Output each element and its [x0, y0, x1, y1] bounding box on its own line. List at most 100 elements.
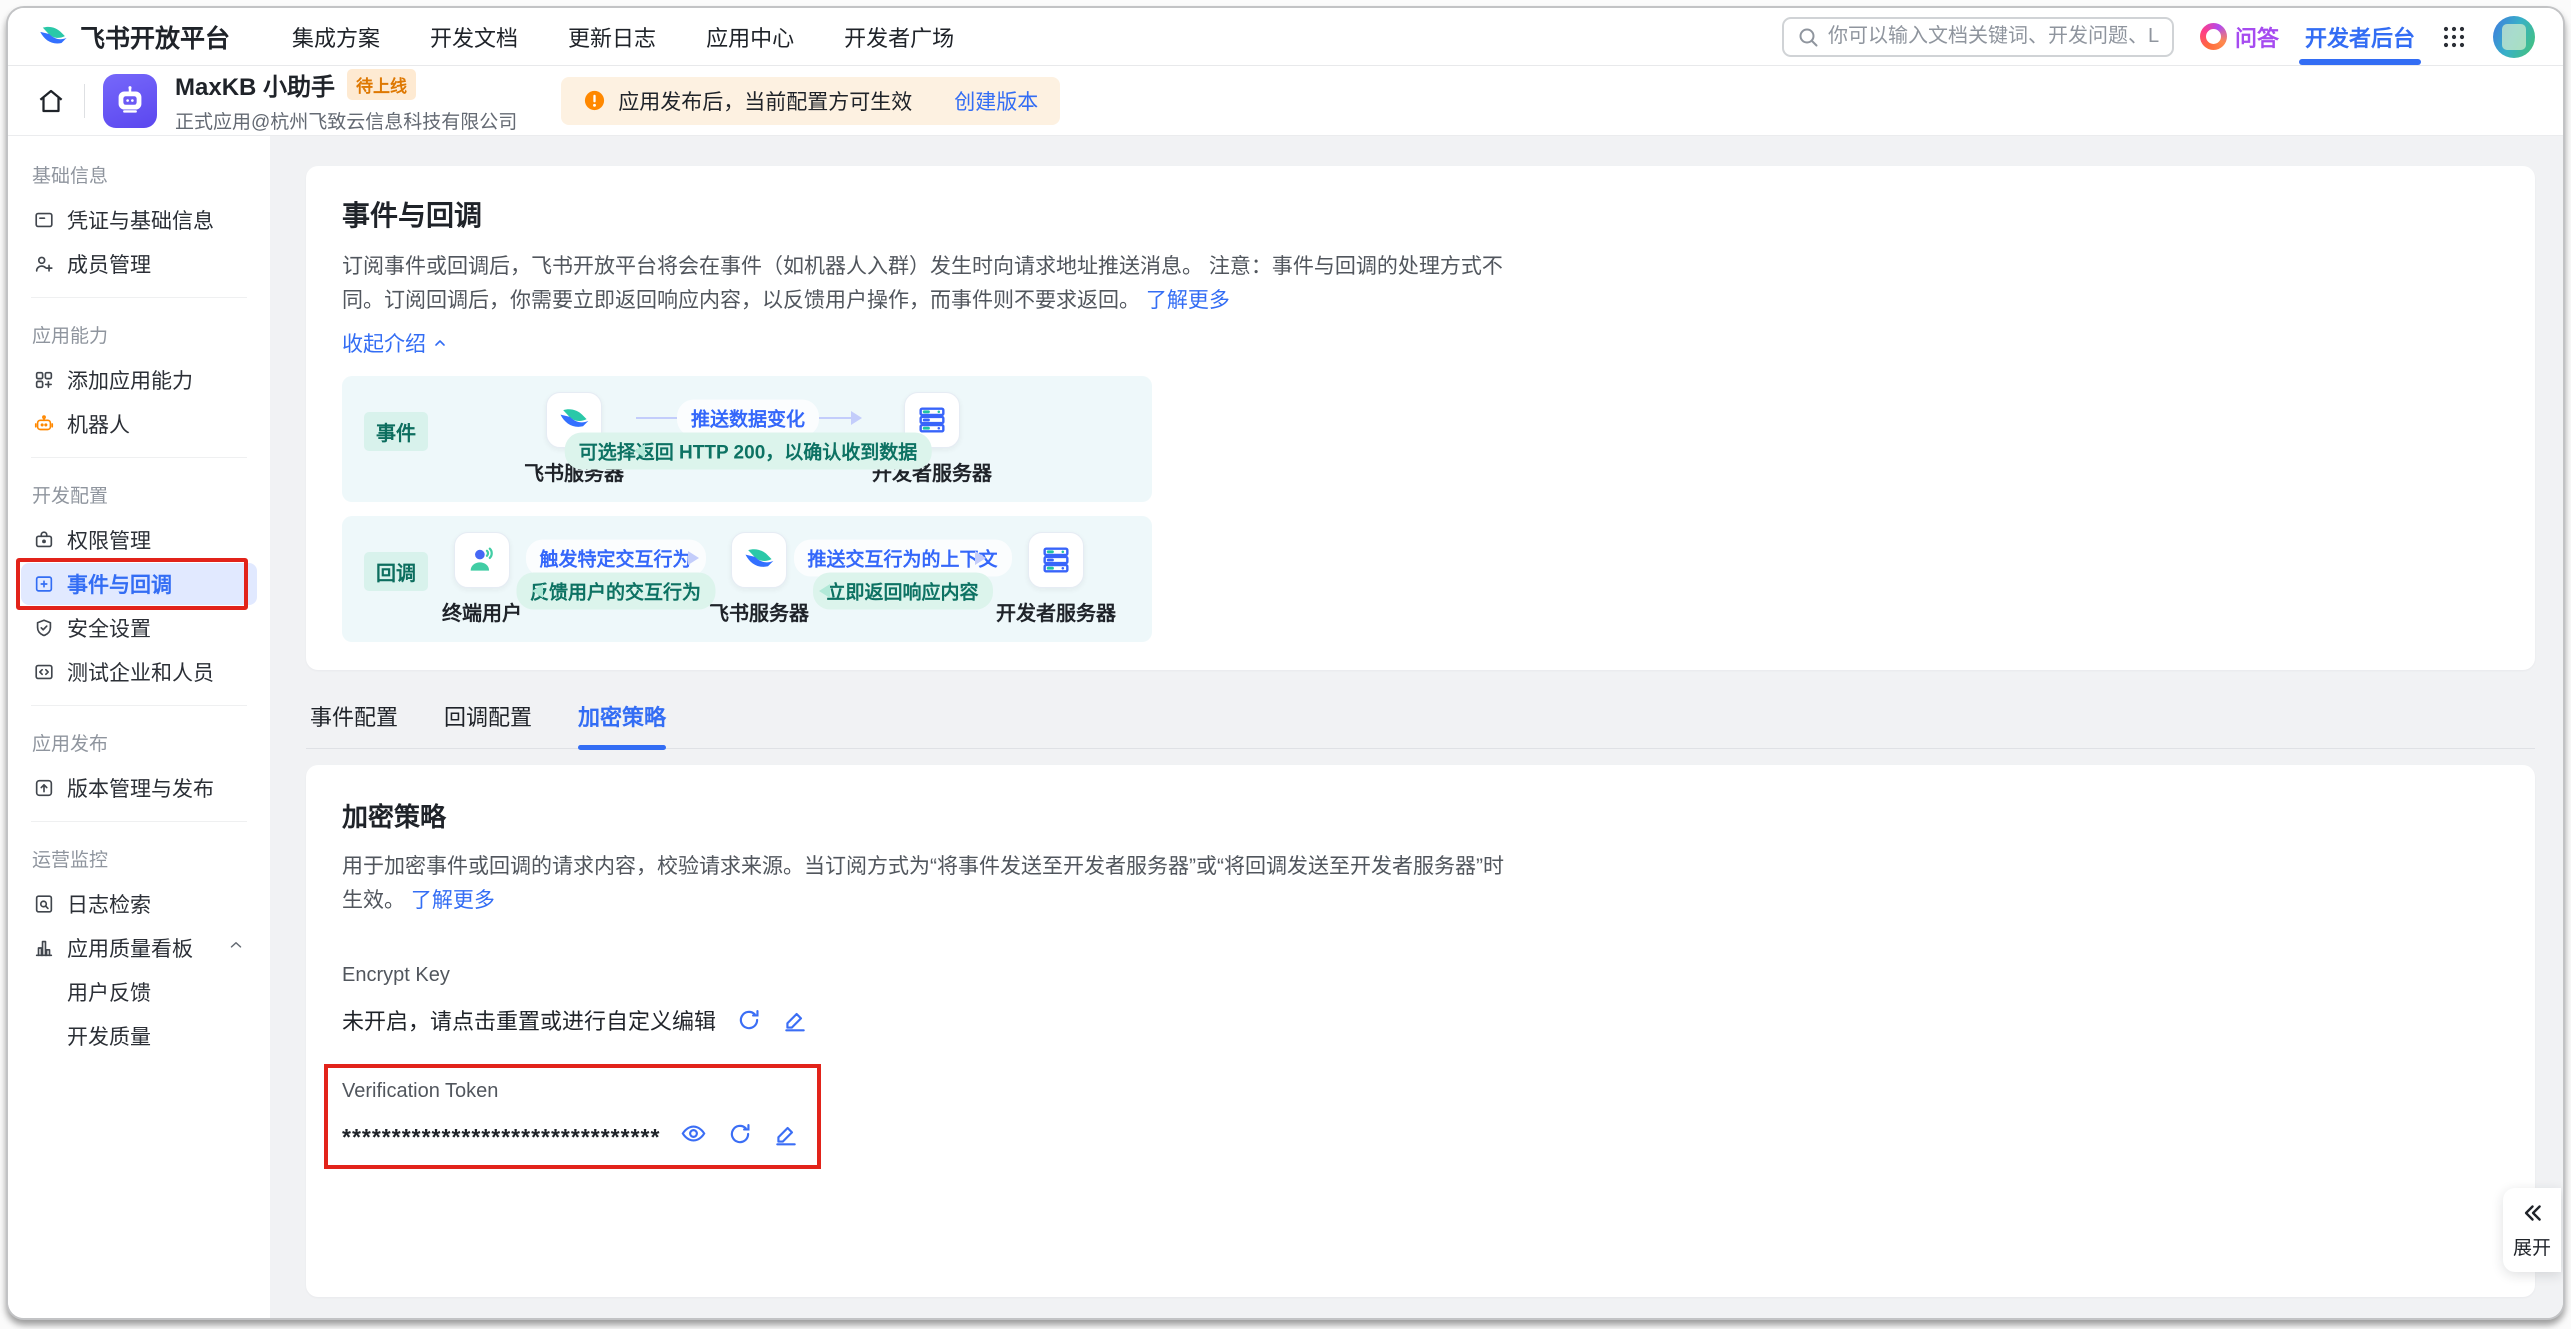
nav-item-app-center[interactable]: 应用中心 [706, 21, 794, 53]
app-header: MaxKB 小助手 待上线 正式应用@杭州飞致云信息科技有限公司 应用发布后，当… [8, 66, 2563, 136]
sidebar-item-members[interactable]: 成员管理 [21, 243, 257, 285]
nav-item-changelog[interactable]: 更新日志 [568, 21, 656, 53]
sidebar: 基础信息 凭证与基础信息 成员管理 应用能力 添加应用能力 机器人 开发配置 [8, 136, 270, 1320]
tab-encrypt-strategy[interactable]: 加密策略 [578, 700, 666, 732]
page-title: 事件与回调 [342, 194, 2499, 234]
chevron-up-icon[interactable] [227, 936, 245, 960]
app-meta: MaxKB 小助手 待上线 正式应用@杭州飞致云信息科技有限公司 [175, 67, 517, 134]
edit-icon[interactable] [782, 1007, 808, 1033]
publish-notice: 应用发布后，当前配置方可生效 创建版本 [561, 77, 1060, 125]
nav-item-docs[interactable]: 开发文档 [430, 21, 518, 53]
divider [84, 84, 85, 118]
search-box[interactable] [1782, 17, 2174, 57]
config-tabs: 事件配置 回调配置 加密策略 [306, 696, 2535, 749]
browser-window: 飞书开放平台 集成方案 开发文档 更新日志 应用中心 开发者广场 问答 [6, 6, 2565, 1320]
end-user-node: 终端用户 [442, 532, 522, 626]
add-capability-icon [33, 369, 55, 391]
sidebar-item-robot[interactable]: 机器人 [21, 403, 257, 445]
qa-ring-icon [2200, 23, 2227, 50]
forward-arrow: 触发特定交互行为 [534, 557, 697, 559]
server-icon [1028, 532, 1084, 588]
sidebar-section-dev-config: 开发配置 [21, 470, 257, 517]
sidebar-section-release: 应用发布 [21, 718, 257, 765]
edit-icon[interactable] [773, 1121, 799, 1147]
sidebar-item-test-org[interactable]: 测试企业和人员 [21, 651, 257, 693]
sidebar-item-log-search[interactable]: 日志检索 [21, 883, 257, 925]
search-icon [1796, 25, 1820, 49]
top-navigation: 飞书开放平台 集成方案 开发文档 更新日志 应用中心 开发者广场 问答 [8, 8, 2563, 66]
developer-console-tab[interactable]: 开发者后台 [2305, 8, 2415, 65]
learn-more-link[interactable]: 了解更多 [411, 889, 495, 912]
encrypt-strategy-card: 加密策略 用于加密事件或回调的请求内容，校验请求来源。当订阅方式为“将事件发送至… [306, 765, 2535, 1297]
events-flow-diagram: 事件 飞书服务器 推送数据变化 可选择返回 HTTP 200，以确认收到数据 [342, 376, 1152, 642]
collapse-intro-link[interactable]: 收起介绍 [342, 328, 448, 358]
reset-icon[interactable] [736, 1007, 762, 1033]
events-intro-card: 事件与回调 订阅事件或回调后，飞书开放平台将会在事件（如机器人入群）发生时向请求… [306, 166, 2535, 670]
nav-item-solutions[interactable]: 集成方案 [292, 21, 380, 53]
callback-arrows-right: 推送交互行为的上下文 立即返回响应内容 [821, 557, 984, 592]
status-badge: 待上线 [347, 69, 416, 100]
intro-description: 订阅事件或回调后，飞书开放平台将会在事件（如机器人入群）发生时向请求地址推送消息… [342, 250, 1507, 318]
qa-label: 问答 [2235, 21, 2279, 53]
sidebar-section-monitoring: 运营监控 [21, 834, 257, 881]
verification-token-annotated-box: Verification Token *********************… [324, 1064, 821, 1169]
robot-icon [33, 413, 55, 435]
encrypt-key-block: Encrypt Key 未开启，请点击重置或进行自定义编辑 [342, 964, 2499, 1036]
event-badge: 事件 [364, 412, 428, 451]
tab-event-config[interactable]: 事件配置 [310, 700, 398, 732]
verification-token-label: Verification Token [342, 1080, 799, 1103]
expand-panel-button[interactable]: 展开 [2503, 1188, 2561, 1272]
divider [31, 821, 247, 822]
backward-arrow: 反馈用户的交互行为 [534, 590, 697, 592]
sidebar-subitem-dev-quality[interactable]: 开发质量 [21, 1015, 257, 1057]
sidebar-item-security[interactable]: 安全设置 [21, 607, 257, 649]
app-name: MaxKB 小助手 [175, 67, 335, 102]
feishu-logo-icon [36, 20, 70, 54]
apps-grid-icon[interactable] [2441, 24, 2467, 50]
sidebar-item-permissions[interactable]: 权限管理 [21, 519, 257, 561]
create-version-link[interactable]: 创建版本 [954, 86, 1038, 116]
feishu-server-node: 飞书服务器 [709, 532, 809, 626]
show-token-eye-icon[interactable] [680, 1120, 707, 1147]
sidebar-item-add-capability[interactable]: 添加应用能力 [21, 359, 257, 401]
developer-server-node: 开发者服务器 [996, 532, 1116, 626]
encrypt-key-value: 未开启，请点击重置或进行自定义编辑 [342, 1004, 716, 1036]
sidebar-section-capability: 应用能力 [21, 310, 257, 357]
sidebar-subitem-user-feedback[interactable]: 用户反馈 [21, 971, 257, 1013]
forward-arrow: 推送交互行为的上下文 [821, 557, 984, 559]
callback-badge: 回调 [364, 552, 428, 591]
home-icon[interactable] [36, 86, 66, 116]
members-icon [33, 253, 55, 275]
user-avatar[interactable] [2493, 16, 2535, 58]
encrypt-description: 用于加密事件或回调的请求内容，校验请求来源。当订阅方式为“将事件发送至开发者服务… [342, 850, 1507, 918]
nav-item-dev-plaza[interactable]: 开发者广场 [844, 21, 954, 53]
sidebar-item-quality-dashboard[interactable]: 应用质量看板 [21, 927, 257, 969]
tab-callback-config[interactable]: 回调配置 [444, 700, 532, 732]
forward-arrow: 推送数据变化 [636, 417, 860, 419]
divider [31, 457, 247, 458]
search-input[interactable] [1828, 25, 2160, 48]
topnav-right: 问答 开发者后台 [1782, 8, 2535, 65]
end-user-icon [454, 532, 510, 588]
sidebar-item-version-release[interactable]: 版本管理与发布 [21, 767, 257, 809]
callback-arrows-left: 触发特定交互行为 反馈用户的交互行为 [534, 557, 697, 592]
notice-text: 应用发布后，当前配置方可生效 [618, 86, 912, 116]
divider [31, 297, 247, 298]
sidebar-section-basic: 基础信息 [21, 150, 257, 197]
test-icon [33, 661, 55, 683]
reset-icon[interactable] [727, 1121, 753, 1147]
qa-entry[interactable]: 问答 [2200, 21, 2279, 53]
event-arrows: 推送数据变化 可选择返回 HTTP 200，以确认收到数据 [636, 417, 860, 452]
quality-icon [33, 937, 55, 959]
app-logo-icon [103, 74, 157, 128]
learn-more-link[interactable]: 了解更多 [1146, 289, 1230, 312]
event-flow-row: 事件 飞书服务器 推送数据变化 可选择返回 HTTP 200，以确认收到数据 [342, 376, 1152, 502]
logs-icon [33, 893, 55, 915]
double-chevron-left-icon [2519, 1200, 2545, 1226]
feishu-logo-icon [731, 532, 787, 588]
brand[interactable]: 飞书开放平台 [36, 19, 230, 55]
expand-label: 展开 [2513, 1233, 2551, 1260]
backward-arrow: 立即返回响应内容 [821, 590, 984, 592]
sidebar-item-credentials[interactable]: 凭证与基础信息 [21, 199, 257, 241]
sidebar-item-events-callbacks[interactable]: 事件与回调 [21, 563, 257, 605]
